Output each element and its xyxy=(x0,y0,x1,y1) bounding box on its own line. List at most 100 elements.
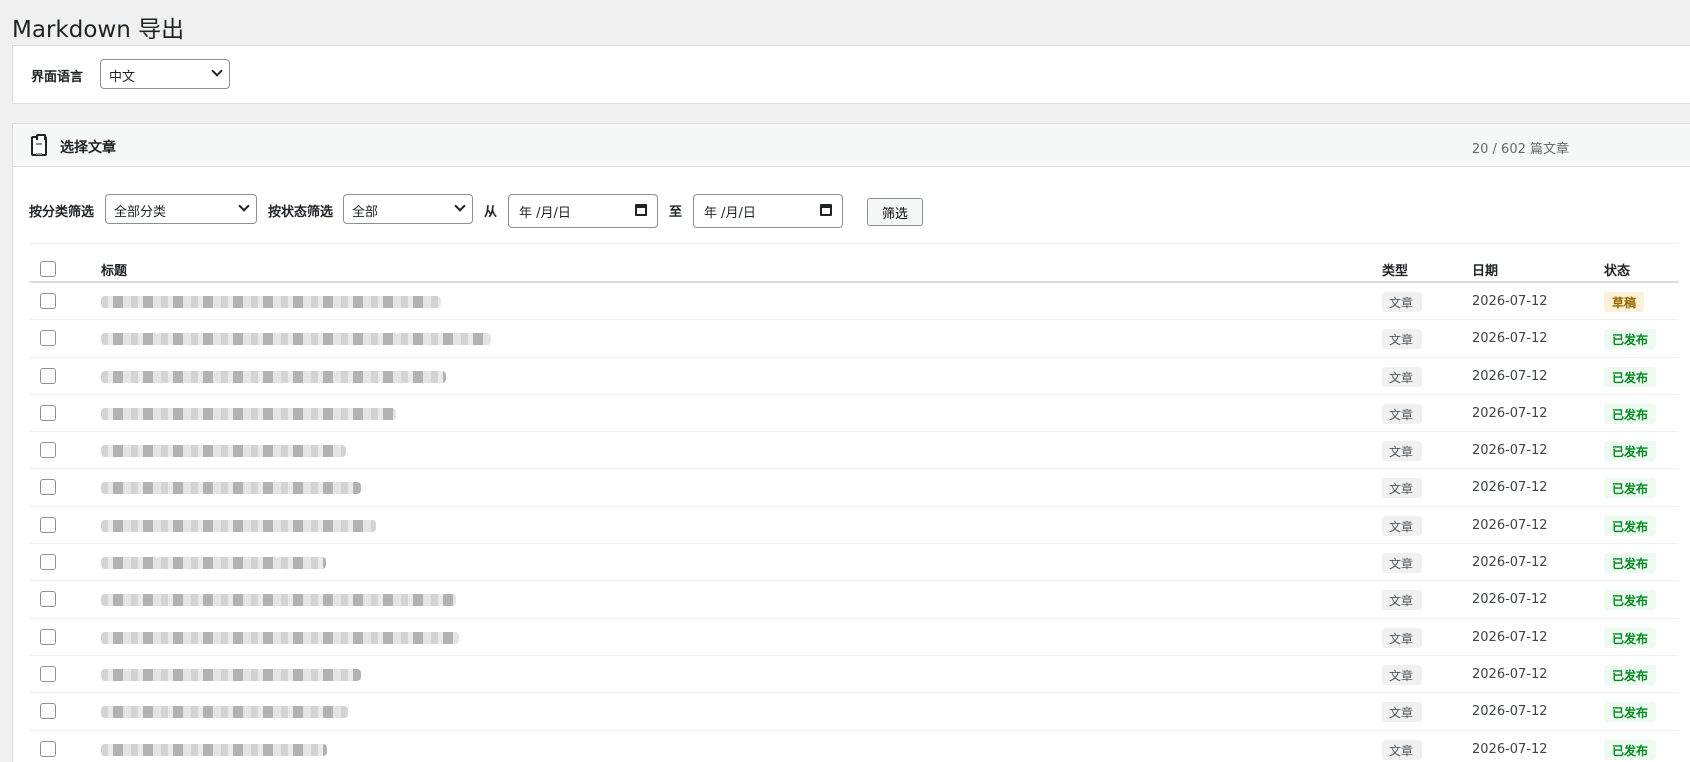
table-row: 文章 2026-07-12 已发布 xyxy=(29,358,1679,395)
clipboard-icon xyxy=(31,134,47,156)
table-header: 标题 类型 日期 状态 xyxy=(29,252,1679,283)
articles-header: 选择文章 20 / 602 篇文章 xyxy=(13,124,1690,167)
table-row: 文章 2026-07-12 已发布 xyxy=(29,619,1679,656)
status-badge: 已发布 xyxy=(1604,702,1657,723)
date-cell: 2026-07-12 xyxy=(1472,331,1548,347)
calendar-icon[interactable] xyxy=(635,204,647,216)
row-checkbox[interactable] xyxy=(40,293,56,309)
row-checkbox[interactable] xyxy=(40,442,56,459)
type-badge: 文章 xyxy=(1382,478,1422,499)
row-checkbox[interactable] xyxy=(40,665,56,682)
date-cell: 2026-07-12 xyxy=(1472,405,1548,421)
blurred-title xyxy=(101,445,346,458)
status-badge: 已发布 xyxy=(1604,441,1657,462)
status-badge: 已发布 xyxy=(1604,515,1657,536)
status-header: 状态 xyxy=(1604,264,1631,279)
articles-table: 标题 类型 日期 状态 文章 2026-07-12 草稿 文章 2026-07-12 已… xyxy=(29,252,1679,762)
page-title: Markdown 导出 xyxy=(12,17,185,43)
table-row: 文章 2026-07-12 已发布 xyxy=(29,469,1679,507)
date-header: 日期 xyxy=(1472,264,1499,279)
blurred-title xyxy=(101,482,361,495)
type-badge: 文章 xyxy=(1382,627,1422,648)
type-badge: 文章 xyxy=(1382,403,1422,424)
row-checkbox[interactable] xyxy=(40,479,56,496)
type-badge: 文章 xyxy=(1382,590,1422,611)
blurred-title xyxy=(101,370,446,383)
table-row: 文章 2026-07-12 已发布 xyxy=(29,581,1679,619)
date-cell: 2026-07-12 xyxy=(1472,294,1548,309)
blurred-title xyxy=(101,668,361,681)
articles-title: 选择文章 xyxy=(60,140,116,156)
chevron-down-icon xyxy=(454,200,466,212)
date-cell: 2026-07-12 xyxy=(1472,368,1548,384)
from-date-input[interactable]: 年 /月/日 xyxy=(508,194,658,228)
table-row: 文章 2026-07-12 已发布 xyxy=(29,507,1679,545)
row-checkbox[interactable] xyxy=(40,628,56,645)
status-filter-label: 按状态筛选 xyxy=(268,205,334,220)
chevron-down-icon xyxy=(238,200,250,212)
status-badge: 已发布 xyxy=(1604,553,1657,574)
filter-button[interactable]: 筛选 xyxy=(867,198,923,226)
table-row: 文章 2026-07-12 已发布 xyxy=(29,693,1679,731)
type-badge: 文章 xyxy=(1382,702,1422,723)
table-row: 文章 2026-07-12 草稿 xyxy=(29,283,1679,321)
date-cell: 2026-07-12 xyxy=(1472,704,1548,720)
status-badge: 已发布 xyxy=(1604,664,1657,685)
table-row: 文章 2026-07-12 已发布 xyxy=(29,432,1679,470)
table-row: 文章 2026-07-12 已发布 xyxy=(29,656,1679,694)
date-cell: 2026-07-12 xyxy=(1472,592,1548,608)
status-badge: 已发布 xyxy=(1604,590,1657,611)
type-badge: 文章 xyxy=(1382,739,1422,760)
status-badge: 已发布 xyxy=(1604,366,1657,387)
table-row: 文章 2026-07-12 已发布 xyxy=(29,731,1679,762)
type-badge: 文章 xyxy=(1382,515,1422,536)
status-badge: 草稿 xyxy=(1604,292,1645,312)
status-badge: 已发布 xyxy=(1604,627,1657,648)
to-date-input[interactable]: 年 /月/日 xyxy=(693,194,843,228)
status-badge: 已发布 xyxy=(1604,478,1657,499)
from-date-placeholder: 年 /月/日 xyxy=(519,206,571,221)
type-badge: 文章 xyxy=(1382,553,1422,574)
category-filter-select[interactable]: 全部分类 xyxy=(105,194,257,224)
row-checkbox[interactable] xyxy=(40,591,56,608)
articles-count: 20 / 602 篇文章 xyxy=(1471,142,1569,157)
title-header: 标题 xyxy=(101,264,128,279)
language-select[interactable]: 中文 xyxy=(100,59,230,89)
blurred-title xyxy=(101,594,456,607)
table-row: 文章 2026-07-12 已发布 xyxy=(29,544,1679,582)
language-label: 界面语言 xyxy=(31,70,84,85)
blurred-title xyxy=(101,557,326,570)
date-cell: 2026-07-12 xyxy=(1472,666,1548,682)
from-label: 从 xyxy=(484,205,498,220)
blurred-title xyxy=(101,333,491,346)
date-cell: 2026-07-12 xyxy=(1472,517,1548,533)
type-badge: 文章 xyxy=(1382,329,1422,350)
date-cell: 2026-07-12 xyxy=(1472,480,1548,496)
row-checkbox[interactable] xyxy=(40,367,56,384)
row-checkbox[interactable] xyxy=(40,554,56,571)
category-filter-label: 按分类筛选 xyxy=(29,205,95,220)
select-all-checkbox[interactable] xyxy=(40,261,56,277)
blurred-title xyxy=(101,631,459,644)
chevron-down-icon xyxy=(211,65,223,77)
date-cell: 2026-07-12 xyxy=(1472,443,1548,459)
status-filter-value: 全部 xyxy=(352,205,379,220)
row-checkbox[interactable] xyxy=(40,404,56,421)
filter-row: 按分类筛选 全部分类 按状态筛选 全部 从 年 /月/日 至 年 /月/日 筛选 xyxy=(29,184,1679,244)
row-checkbox[interactable] xyxy=(40,516,56,533)
row-checkbox[interactable] xyxy=(40,330,56,347)
type-badge: 文章 xyxy=(1382,664,1422,685)
date-cell: 2026-07-12 xyxy=(1472,555,1548,571)
calendar-icon[interactable] xyxy=(820,204,832,216)
row-checkbox[interactable] xyxy=(40,703,56,720)
language-select-value: 中文 xyxy=(109,70,136,85)
date-cell: 2026-07-12 xyxy=(1472,629,1548,645)
row-checkbox[interactable] xyxy=(40,740,56,757)
type-header: 类型 xyxy=(1382,264,1409,279)
type-badge: 文章 xyxy=(1382,292,1422,312)
blurred-title xyxy=(101,407,396,420)
table-row: 文章 2026-07-12 已发布 xyxy=(29,320,1679,358)
language-card: 界面语言 中文 xyxy=(12,45,1690,104)
status-filter-select[interactable]: 全部 xyxy=(343,194,473,224)
status-badge: 已发布 xyxy=(1604,329,1657,350)
